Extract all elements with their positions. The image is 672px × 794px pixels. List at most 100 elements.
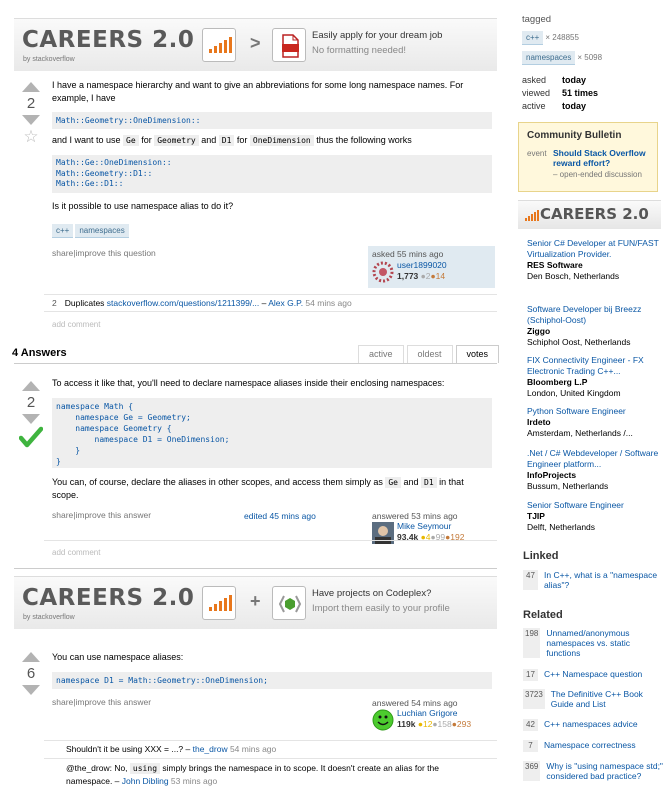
careers-byline: by stackoverflow [23,614,75,621]
user-avatar[interactable] [372,261,394,283]
question-code-2: Math::Ge::OneDimension:: Math::Geometry:… [52,155,492,193]
related-item[interactable]: 3723 The Definitive C++ Book Guide and Li… [523,689,663,709]
sidebar-tag-namespaces: namespaces × 5098 [522,51,602,65]
comment-user[interactable]: the_drow [193,744,228,754]
related-item[interactable]: 369 Why is "using namespace std;" conside… [523,761,663,781]
answer2-share-improve[interactable]: share|improve this answer [52,697,151,707]
question-tags: c++ namespaces [52,224,131,238]
answer1-vote-count: 2 [26,394,36,411]
answered-time: answered 54 mins ago [372,698,458,708]
careers-byline: by stackoverflow [23,56,75,63]
answer1-owner-card: answered 53 mins ago Mike Seymour 93.4k … [368,508,495,548]
careers-logo-text: CAREERS 2.0 [22,27,195,53]
stat-active-value: today [562,101,587,111]
banner-arrow-symbol: > [250,33,261,53]
upvote-arrow-icon[interactable] [22,82,40,92]
related-item[interactable]: 17 C++ Namespace question [523,669,663,681]
downvote-arrow-icon[interactable] [22,414,40,424]
banner-subtitle: No formatting needed! [312,45,407,56]
smiley-avatar-icon[interactable] [372,709,394,731]
job-listing: FIX Connectivity Engineer - FX Electroni… [527,355,644,398]
banner-title: Have projects on Codeplex? [312,588,432,599]
sidebar-tag-cpp: c++ × 248855 [522,31,579,45]
tag-namespaces[interactable]: namespaces [75,224,129,238]
downvote-arrow-icon[interactable] [22,685,40,695]
related-item[interactable]: 7 Namespace correctness [523,740,663,752]
answer2-vote-cell: 6 [16,652,46,695]
careers-banner-middle[interactable]: CAREERS 2.0 by stackoverflow + Have proj… [14,576,497,629]
banner-title: Easily apply for your dream job [312,30,443,41]
upvote-arrow-icon[interactable] [22,652,40,662]
careers-logo-text: CAREERS 2.0 [22,585,195,611]
bulletin-link[interactable]: Should Stack Overflow reward effort? [553,148,653,168]
careers-bars-icon [202,28,236,62]
job-listing: Senior Software Engineer TJIP Delft, Nethe… [527,500,624,532]
comment-user[interactable]: John Dibling [122,776,169,786]
add-comment-link[interactable]: add comment [52,548,100,557]
question-body-p2: and I want to use Ge for Geometry and D1… [52,135,412,146]
codeplex-icon [272,586,306,620]
tab-oldest[interactable]: oldest [406,345,453,363]
comment-link[interactable]: stackoverflow.com/questions/1211399/... [107,298,259,308]
careers-banner-top[interactable]: CAREERS 2.0 by stackoverflow > Easily ap… [14,18,497,71]
question-body-p1: I have a namespace hierarchy and want to… [52,80,464,103]
tab-active[interactable]: active [358,345,404,363]
answer2-user-name[interactable]: Luchian Grigore [397,708,457,718]
question-share-improve[interactable]: share|improve this question [52,248,156,258]
question-vote-count: 2 [26,95,36,112]
question-comment: 2 Duplicates stackoverflow.com/questions/… [52,298,352,308]
sidebar-careers-title: CAREERS 2.0 [540,205,649,223]
banner-subtitle: Import them easily to your profile [312,603,450,614]
stat-asked-value: today [562,75,587,85]
answer2-code: namespace D1 = Math::Geometry::OneDimens… [52,672,492,689]
job-listing: Python Software Engineer Irdeto Amsterdam,… [527,406,633,438]
careers-bars-icon [202,586,236,620]
stat-asked-label: asked [522,75,547,85]
sidebar-careers-header[interactable]: CAREERS 2.0 [518,200,661,229]
add-comment-link[interactable]: add comment [52,320,100,329]
question-user-name[interactable]: user1899020 [397,260,447,270]
job-listing: .Net / C# Webdeveloper / Software Engine… [527,448,659,491]
upvote-arrow-icon[interactable] [22,381,40,391]
answer2-owner-card: answered 54 mins ago Luchian Grigore 119… [368,695,495,735]
answer-sort-tabs: active oldest votes [355,345,500,363]
answer1-user-name[interactable]: Mike Seymour [397,521,451,531]
tab-votes[interactable]: votes [455,345,500,363]
comment-score: 2 [52,298,57,308]
favorite-star-icon[interactable]: ☆ [16,128,46,146]
comment-user[interactable]: Alex G.P. [268,298,303,308]
job-listing: Software Developer bij Breezz (Schiphol-… [527,304,642,347]
bulletin-note: – open-ended discussion [553,170,642,179]
answer2-body-p1: You can use namespace aliases: [52,652,184,662]
bulletin-title: Community Bulletin [527,130,622,141]
question-body-p3: Is it possible to use namespace alias to… [52,201,234,211]
asked-time: asked 55 mins ago [372,249,444,259]
community-bulletin: Community Bulletin event Should Stack Ov… [518,122,658,192]
answer1-vote-cell: 2 [16,381,46,450]
careers-bars-icon [525,210,539,221]
answer2-comment-1: Shouldn't it be using XXX = ...? – the_d… [66,744,277,754]
bulletin-event-label: event [527,149,547,158]
answer2-comment-2: @the_drow: No, using simply brings the n… [66,763,439,786]
linked-heading: Linked [523,550,559,562]
stat-active-label: active [522,101,546,111]
related-heading: Related [523,609,563,621]
answer1-share-improve[interactable]: share|improve this answer [52,510,151,520]
question-owner-card: asked 55 mins ago user1899020 1,773 ●2●1… [368,246,495,288]
related-item[interactable]: 42 C++ namespaces advice [523,719,663,731]
tagged-heading: tagged [522,14,552,25]
answer1-body-p2: You can, of course, declare the aliases … [52,477,464,500]
question-code-1: Math::Geometry::OneDimension:: [52,112,492,129]
accepted-check-icon [16,426,46,450]
related-item[interactable]: 198 Unnamed/anonymous namespaces vs. stat… [523,628,663,658]
stat-viewed-value: 51 times [562,88,599,98]
linked-item[interactable]: 47 In C++, what is a "namespace alias"? [523,570,663,590]
downvote-arrow-icon[interactable] [22,115,40,125]
answer2-user-rep: 119k ●12●158●293 [397,719,472,729]
answers-count-heading: 4 Answers [12,347,67,359]
answer1-body-p1: To access it like that, you'll need to d… [52,378,445,388]
question-vote-cell: 2 ☆ [16,82,46,146]
tag-cpp[interactable]: c++ [52,224,74,238]
answered-time: answered 53 mins ago [372,511,458,521]
answer1-edited-link[interactable]: edited 45 mins ago [244,511,316,521]
